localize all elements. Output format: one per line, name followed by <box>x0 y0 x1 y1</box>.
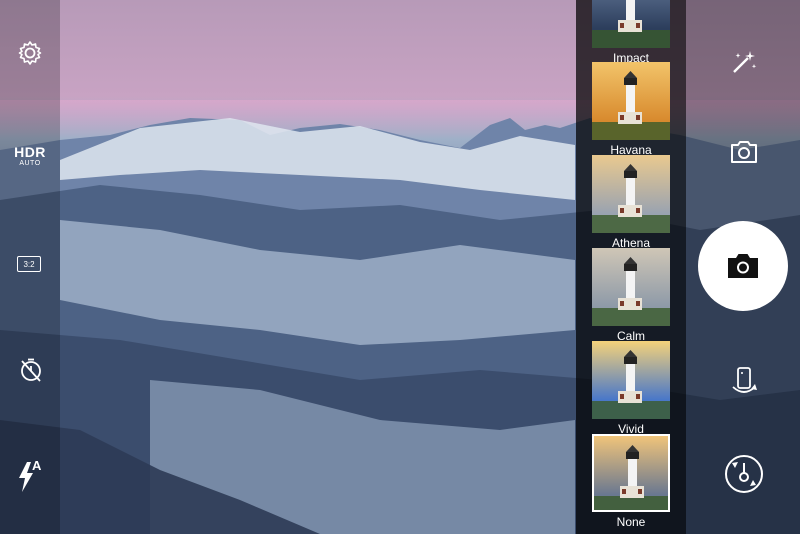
filter-thumbnail-none[interactable] <box>592 434 670 512</box>
hdr-toggle[interactable]: HDR AUTO <box>10 145 50 168</box>
rotate-device-icon[interactable] <box>728 364 760 398</box>
settings-gear-icon[interactable] <box>15 38 45 68</box>
shutter-camera-icon <box>728 254 758 278</box>
hdr-label: HDR <box>14 144 46 160</box>
filter-thumbnail-impact[interactable] <box>592 0 670 48</box>
filter-label-none: None <box>616 515 646 529</box>
magic-wand-icon[interactable] <box>728 46 760 78</box>
shutter-button[interactable] <box>698 221 788 311</box>
filter-thumbnail-havana[interactable] <box>592 62 670 140</box>
timer-off-icon[interactable] <box>16 355 46 385</box>
aspect-ratio-button[interactable]: 3:2 <box>17 256 41 272</box>
hdr-mode: AUTO <box>19 160 41 167</box>
filter-thumbnail-calm[interactable] <box>592 248 670 326</box>
filter-thumbnail-athena[interactable] <box>592 155 670 233</box>
camera-viewfinder[interactable]: HDR AUTO 3:2 A Impact Havana Athena Calm… <box>0 0 800 534</box>
filter-thumbnail-vivid[interactable] <box>592 341 670 419</box>
camera-icon[interactable] <box>728 136 760 168</box>
flash-auto-button[interactable]: A <box>15 458 47 492</box>
switch-camera-icon[interactable] <box>722 452 766 496</box>
flash-mode-label: A <box>32 458 42 473</box>
